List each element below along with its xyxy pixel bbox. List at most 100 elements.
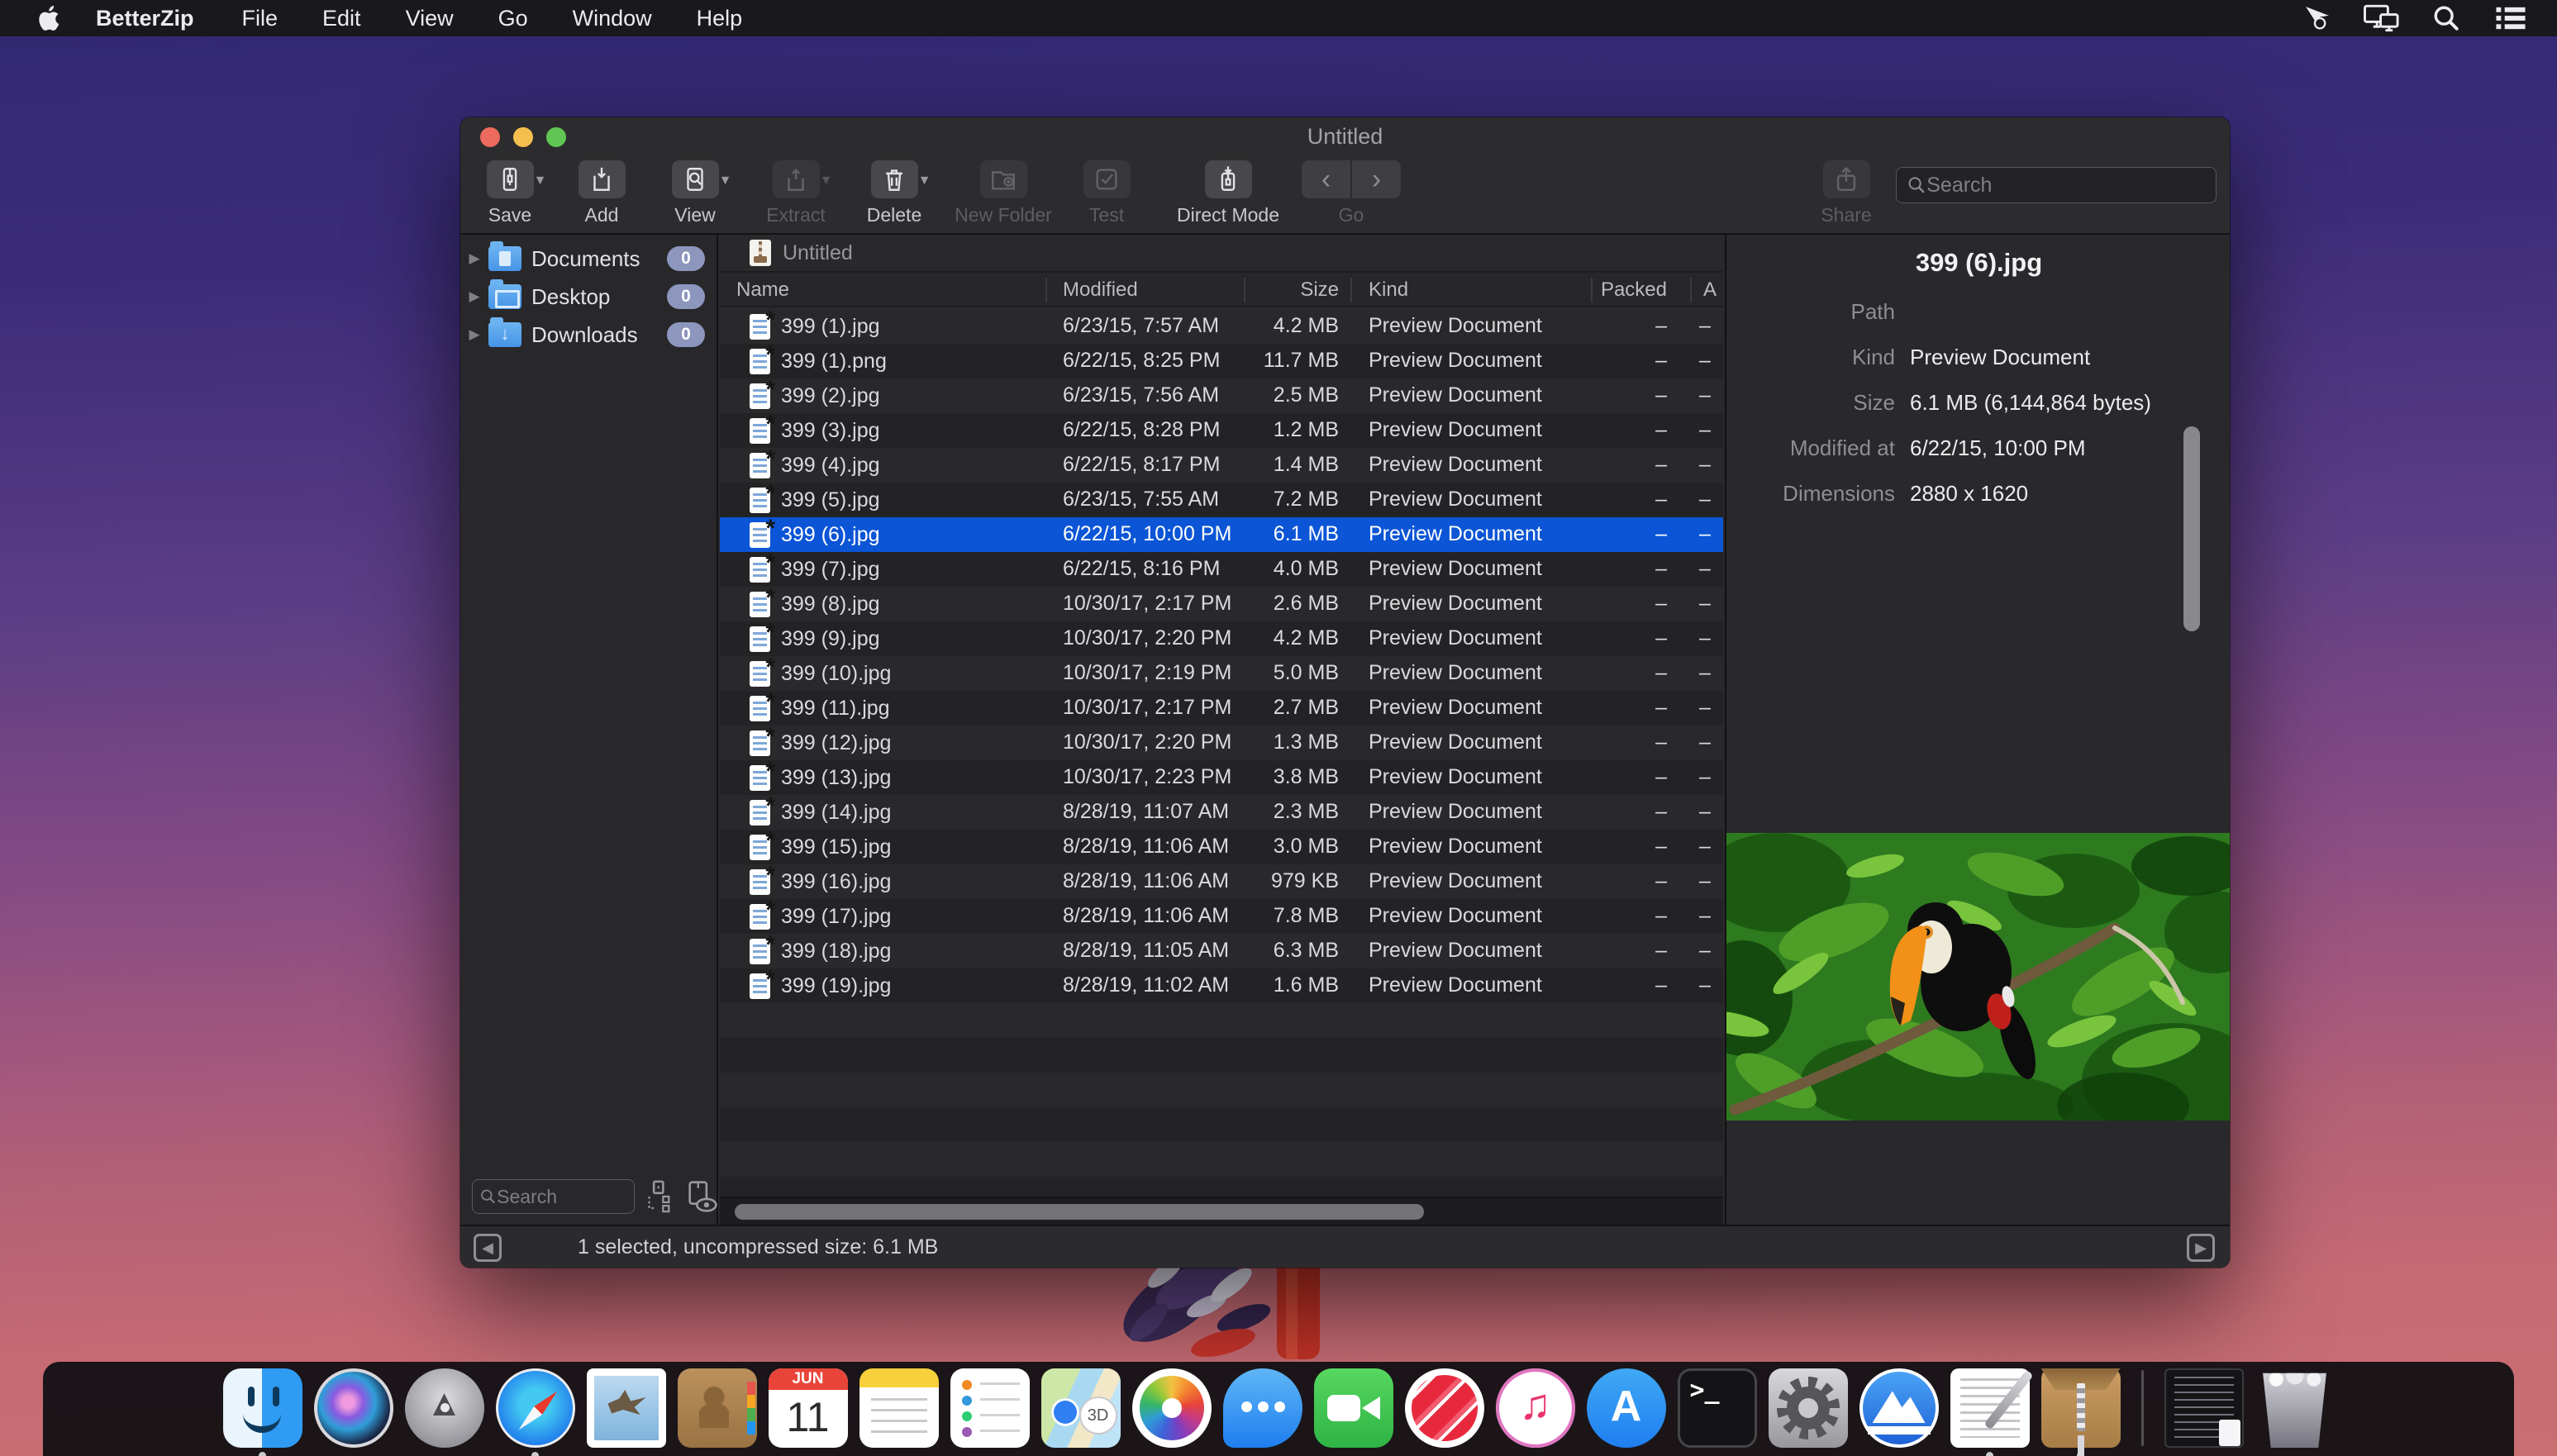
dock-item-safari[interactable]: [494, 1368, 577, 1456]
direct-mode-button[interactable]: Direct Mode: [1168, 160, 1288, 226]
dock-item-photos[interactable]: [1131, 1368, 1213, 1456]
extract-button[interactable]: ▼ Extract: [748, 160, 844, 226]
screen-share-pointer-icon[interactable]: [2299, 3, 2336, 33]
table-row[interactable]: 399 (5).jpg 6/23/15, 7:55 AM 7.2 MB Prev…: [720, 483, 1723, 517]
dock-item-reminders[interactable]: [949, 1368, 1031, 1456]
table-row[interactable]: 399 (15).jpg 8/28/19, 11:06 AM 3.0 MB Pr…: [720, 830, 1723, 864]
dock-item-notes[interactable]: [858, 1368, 940, 1456]
table-row[interactable]: 399 (3).jpg 6/22/15, 8:28 PM 1.2 MB Prev…: [720, 413, 1723, 448]
dock-item-minimized-document[interactable]: [2163, 1368, 2245, 1456]
dock-item-contacts[interactable]: [676, 1368, 759, 1456]
scrollbar-thumb[interactable]: [735, 1204, 1424, 1220]
menu-item-edit[interactable]: Edit: [322, 6, 361, 31]
disclosure-triangle-icon[interactable]: ▶: [460, 288, 488, 305]
menu-item-file[interactable]: File: [242, 6, 279, 31]
table-row[interactable]: 399 (2).jpg 6/23/15, 7:56 AM 2.5 MB Prev…: [720, 378, 1723, 413]
file-kind: Preview Document: [1369, 765, 1542, 789]
share-button[interactable]: Share: [1803, 160, 1889, 226]
sidebar-search-input[interactable]: [497, 1186, 627, 1208]
save-button[interactable]: ▼ Save: [462, 160, 558, 226]
go-forward-button[interactable]: ›: [1352, 160, 1401, 198]
go-back-button[interactable]: ‹: [1302, 160, 1352, 198]
toolbar-search[interactable]: [1896, 167, 2217, 203]
table-row[interactable]: 399 (19).jpg 8/28/19, 11:02 AM 1.6 MB Pr…: [720, 968, 1723, 1003]
column-header-name[interactable]: Name: [736, 278, 789, 302]
table-row[interactable]: 399 (6).jpg 6/22/15, 10:00 PM 6.1 MB Pre…: [720, 517, 1723, 552]
delete-button[interactable]: ▼ Delete: [849, 160, 940, 226]
dock-item-system-preferences[interactable]: [1767, 1368, 1850, 1456]
dock-item-terminal[interactable]: [1676, 1368, 1759, 1456]
dock-item-calendar[interactable]: JUN11: [767, 1368, 850, 1456]
column-header-attributes[interactable]: A: [1703, 278, 1717, 302]
menu-item-go[interactable]: Go: [498, 6, 528, 31]
file-name: 399 (17).jpg: [781, 905, 891, 929]
empty-row: [720, 1142, 1723, 1177]
column-header-packed[interactable]: Packed: [1601, 278, 1667, 302]
dock-item-itunes[interactable]: [1494, 1368, 1577, 1456]
dock-item-trash[interactable]: [2254, 1368, 2336, 1456]
table-row[interactable]: 399 (16).jpg 8/28/19, 11:06 AM 979 KB Pr…: [720, 864, 1723, 899]
view-button[interactable]: ▼ View: [649, 160, 741, 226]
table-row[interactable]: 399 (10).jpg 10/30/17, 2:19 PM 5.0 MB Pr…: [720, 656, 1723, 691]
table-row[interactable]: 399 (17).jpg 8/28/19, 11:06 AM 7.8 MB Pr…: [720, 899, 1723, 934]
toolbar-search-input[interactable]: [1926, 174, 2206, 197]
dock-item-textedit[interactable]: [1949, 1368, 2031, 1456]
displays-icon[interactable]: [2364, 3, 2400, 33]
table-row[interactable]: 399 (7).jpg 6/22/15, 8:16 PM 4.0 MB Prev…: [720, 552, 1723, 587]
flatten-structure-icon[interactable]: [645, 1180, 672, 1213]
dock-item-maps[interactable]: [1040, 1368, 1122, 1456]
dock-item-news[interactable]: [1403, 1368, 1486, 1456]
quick-look-archive-icon[interactable]: [683, 1178, 718, 1215]
spotlight-search-icon[interactable]: [2428, 3, 2464, 33]
extract-icon: ▼: [773, 160, 820, 198]
view-dropdown-chevron[interactable]: ▼: [719, 174, 732, 188]
dock-item-facetime[interactable]: [1312, 1368, 1395, 1456]
table-row[interactable]: 399 (9).jpg 10/30/17, 2:20 PM 4.2 MB Pre…: [720, 621, 1723, 656]
new-folder-button[interactable]: New Folder: [950, 160, 1057, 226]
table-row[interactable]: 399 (11).jpg 10/30/17, 2:17 PM 2.7 MB Pr…: [720, 691, 1723, 726]
table-row[interactable]: 399 (18).jpg 8/28/19, 11:05 AM 6.3 MB Pr…: [720, 934, 1723, 968]
dock-item-finder[interactable]: [221, 1368, 304, 1456]
notification-list-icon[interactable]: [2493, 3, 2529, 33]
column-header-kind[interactable]: Kind: [1369, 278, 1408, 302]
table-row[interactable]: 399 (1).png 6/22/15, 8:25 PM 11.7 MB Pre…: [720, 344, 1723, 378]
dock-item-siri[interactable]: [312, 1368, 395, 1456]
menu-item-view[interactable]: View: [406, 6, 454, 31]
dock-item-messages[interactable]: [1221, 1368, 1304, 1456]
test-button[interactable]: Test: [1062, 160, 1151, 226]
info-panel-scrollbar[interactable]: [2183, 426, 2200, 631]
table-row[interactable]: 399 (14).jpg 8/28/19, 11:07 AM 2.3 MB Pr…: [720, 795, 1723, 830]
title-bar[interactable]: Untitled: [460, 117, 2230, 157]
dock-item-launchpad[interactable]: [403, 1368, 486, 1456]
dock-item-mail[interactable]: [585, 1368, 668, 1456]
delete-dropdown-chevron[interactable]: ▼: [918, 174, 931, 188]
dock-item-betterzip[interactable]: [2040, 1368, 2122, 1456]
add-button[interactable]: Add: [556, 160, 647, 226]
file-kind: Preview Document: [1369, 835, 1542, 859]
table-row[interactable]: 399 (12).jpg 10/30/17, 2:20 PM 1.3 MB Pr…: [720, 726, 1723, 760]
horizontal-scrollbar[interactable]: [720, 1197, 1723, 1225]
dock-item-mountain-app[interactable]: [1858, 1368, 1940, 1456]
status-forward-button[interactable]: ▶: [2187, 1234, 2215, 1262]
sidebar-item-downloads[interactable]: ▶ Downloads 0: [460, 316, 717, 354]
table-row[interactable]: 399 (1).jpg 6/23/15, 7:57 AM 4.2 MB Prev…: [720, 309, 1723, 344]
column-header-size[interactable]: Size: [1300, 278, 1339, 302]
sidebar-item-documents[interactable]: ▶ Documents 0: [460, 240, 717, 278]
table-row[interactable]: 399 (13).jpg 10/30/17, 2:23 PM 3.8 MB Pr…: [720, 760, 1723, 795]
sidebar-item-desktop[interactable]: ▶ Desktop 0: [460, 278, 717, 316]
menu-item-window[interactable]: Window: [573, 6, 652, 31]
status-back-button[interactable]: ◀: [474, 1234, 502, 1262]
menu-app-name[interactable]: BetterZip: [96, 6, 194, 31]
disclosure-triangle-icon[interactable]: ▶: [460, 250, 488, 267]
apple-menu-icon[interactable]: [36, 4, 64, 32]
column-header-modified[interactable]: Modified: [1063, 278, 1138, 302]
disclosure-triangle-icon[interactable]: ▶: [460, 326, 488, 343]
table-row[interactable]: 399 (8).jpg 10/30/17, 2:17 PM 2.6 MB Pre…: [720, 587, 1723, 621]
file-kind: Preview Document: [1369, 869, 1542, 893]
sidebar-search[interactable]: [472, 1179, 635, 1214]
breadcrumb[interactable]: Untitled: [720, 235, 1723, 273]
dock-item-appstore[interactable]: [1585, 1368, 1668, 1456]
menu-item-help[interactable]: Help: [697, 6, 743, 31]
save-dropdown-chevron[interactable]: ▼: [534, 174, 547, 188]
table-row[interactable]: 399 (4).jpg 6/22/15, 8:17 PM 1.4 MB Prev…: [720, 448, 1723, 483]
